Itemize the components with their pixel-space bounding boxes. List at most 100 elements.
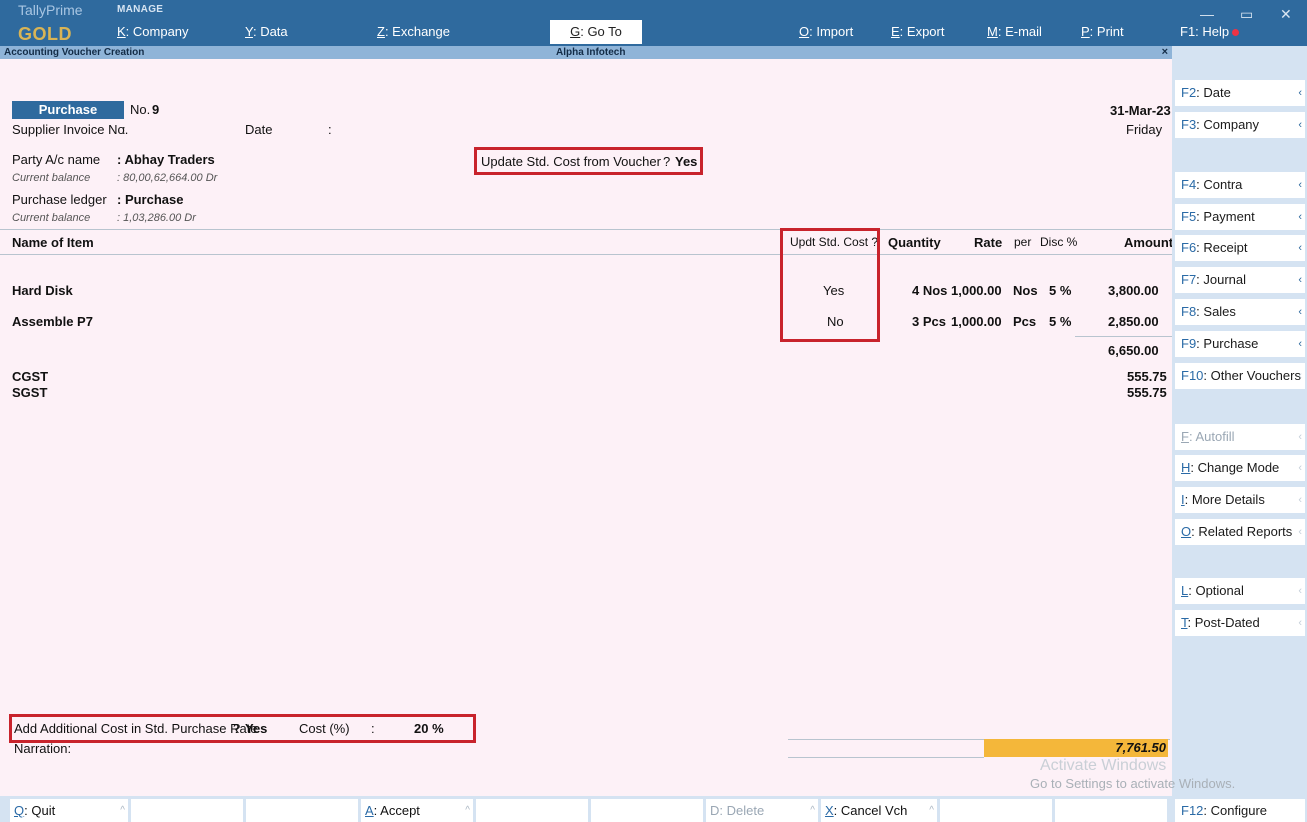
item-disc[interactable]: 5 % (1049, 314, 1071, 329)
invoice-date-field[interactable]: : (328, 122, 332, 137)
cancel-voucher-button[interactable]: X: Cancel Vch ^ (821, 799, 937, 822)
party-balance-label: Current balance (12, 172, 91, 184)
more-details-button[interactable]: I: More Details ‹ (1175, 487, 1305, 513)
close-screen-icon[interactable]: × (1162, 46, 1168, 59)
print-menu-key: P (1081, 24, 1090, 39)
restore-icon[interactable]: ▭ (1240, 6, 1253, 23)
purchase-ledger-field[interactable]: : Purchase (117, 192, 183, 207)
f4-contra-button[interactable]: F4: Contra ‹ (1175, 172, 1305, 198)
f3-company-button[interactable]: F3: Company ‹ (1175, 112, 1305, 138)
item-name[interactable]: Assemble P7 (12, 314, 93, 329)
voucher-no[interactable]: 9 (152, 102, 159, 117)
item-amount[interactable]: 3,800.00 (1108, 283, 1159, 298)
empty-button-slot (591, 799, 703, 822)
top-menu-bar: TallyPrime GOLD MANAGE K: Company Y: Dat… (0, 0, 1307, 46)
f8-sales-button[interactable]: F8: Sales ‹ (1175, 299, 1305, 325)
f2-date-button[interactable]: F2: Date ‹ (1175, 80, 1305, 106)
total-left-divider (788, 757, 984, 758)
f7-key: F7 (1181, 272, 1197, 287)
total-amount: 7,761.50 (1115, 740, 1166, 755)
optional-button[interactable]: L: Optional ‹ (1175, 578, 1305, 604)
post-dated-button[interactable]: T: Post-Dated ‹ (1175, 610, 1305, 636)
party-balance-value: : 80,00,62,664.00 Dr (117, 172, 218, 184)
voucher-day: Friday (1126, 122, 1163, 137)
f10-key: F10 (1181, 368, 1204, 383)
chevron-left-icon: ‹ (1298, 119, 1302, 131)
post-dated-label: : Post-Dated (1187, 615, 1260, 630)
related-reports-button[interactable]: O: Related Reports ‹ (1175, 519, 1305, 545)
item-disc[interactable]: 5 % (1049, 283, 1071, 298)
import-menu-label: : Import (809, 24, 854, 39)
minimize-icon[interactable]: — (1200, 6, 1214, 22)
supplier-invoice-field[interactable]: : (122, 122, 126, 137)
screen-title-bar: Accounting Voucher Creation Alpha Infote… (0, 46, 1172, 59)
goto-button[interactable]: G: Go To (550, 20, 642, 44)
related-reports-label: : Related Reports (1191, 524, 1293, 539)
supplier-invoice-label: Supplier Invoice No. (12, 122, 129, 137)
data-menu[interactable]: Y: Data (245, 24, 288, 39)
col-name-header: Name of Item (12, 235, 94, 250)
party-field[interactable]: : Abhay Traders (117, 152, 215, 167)
delete-button[interactable]: D: Delete ^ (706, 799, 818, 822)
email-menu[interactable]: M: E-mail (987, 24, 1042, 39)
notification-dot-icon (1232, 29, 1240, 37)
f7-journal-button[interactable]: F7: Journal ‹ (1175, 267, 1305, 293)
import-menu[interactable]: O: Import (799, 24, 853, 39)
chevron-left-icon: ‹ (1298, 242, 1302, 254)
export-menu-label: : Export (899, 24, 945, 39)
item-name[interactable]: Hard Disk (12, 283, 73, 298)
f9-label: : Purchase (1196, 336, 1259, 351)
tax-ledger-amount[interactable]: 555.75 (1127, 385, 1167, 400)
item-quantity[interactable]: 3 Pcs (912, 314, 946, 329)
empty-button-slot (1055, 799, 1167, 822)
invoice-date-label: Date (245, 122, 273, 137)
chevron-left-icon: ‹ (1298, 211, 1302, 223)
screen-title: Accounting Voucher Creation (4, 47, 145, 58)
f12-configure-button[interactable]: F12: Configure (1175, 799, 1305, 822)
chevron-left-icon: ‹ (1298, 274, 1302, 286)
company-menu-key: K (117, 24, 126, 39)
exchange-menu[interactable]: Z: Exchange (377, 24, 450, 39)
data-menu-label: : Data (252, 24, 288, 39)
item-amount[interactable]: 2,850.00 (1108, 314, 1159, 329)
company-menu[interactable]: K: Company (117, 24, 189, 39)
goto-label: : Go To (580, 24, 622, 39)
f2-key: F2 (1181, 85, 1197, 100)
voucher-date[interactable]: 31-Mar-23 (1110, 103, 1171, 118)
f2-label: : Date (1196, 85, 1231, 100)
quit-button[interactable]: Q: Quit ^ (10, 799, 128, 822)
autofill-button[interactable]: F: Autofill ‹ (1175, 424, 1305, 450)
bottom-button-bar: Q: Quit ^ A: Accept ^ D: Delete ^ X: Cancel… (0, 796, 1172, 822)
col-rate-header: Rate (974, 235, 1003, 250)
f6-receipt-button[interactable]: F6: Receipt ‹ (1175, 235, 1305, 261)
tax-ledger-name[interactable]: CGST (12, 369, 48, 384)
chevron-left-icon: ‹ (1298, 617, 1302, 629)
f10-label: : Other Vouchers (1203, 368, 1301, 383)
f6-key: F6 (1181, 240, 1197, 255)
quit-key: Q (14, 803, 25, 818)
voucher-no-label: No. (130, 102, 151, 117)
brand-logo: TallyPrime GOLD (18, 2, 83, 44)
email-menu-key: M (987, 24, 998, 39)
ledger-balance-label: Current balance (12, 212, 91, 224)
change-mode-button[interactable]: H: Change Mode ‹ (1175, 455, 1305, 481)
accept-button[interactable]: A: Accept ^ (361, 799, 473, 822)
print-menu[interactable]: P: Print (1081, 24, 1124, 39)
party-label: Party A/c name (12, 152, 101, 167)
item-rate[interactable]: 1,000.00 (951, 283, 1002, 298)
export-menu[interactable]: E: Export (891, 24, 944, 39)
help-menu[interactable]: F1: Help (1180, 24, 1240, 39)
chevron-left-icon: ‹ (1298, 179, 1302, 191)
f5-payment-button[interactable]: F5: Payment ‹ (1175, 204, 1305, 230)
change-mode-key: H (1181, 460, 1191, 475)
f10-other-vouchers-button[interactable]: F10: Other Vouchers ‹ (1175, 363, 1305, 389)
tax-ledger-amount[interactable]: 555.75 (1127, 369, 1167, 384)
item-quantity[interactable]: 4 Nos (912, 283, 947, 298)
ledger-balance-value: : 1,03,286.00 Dr (117, 212, 196, 224)
tax-ledger-name[interactable]: SGST (12, 385, 47, 400)
item-rate[interactable]: 1,000.00 (951, 314, 1002, 329)
exchange-menu-key: Z (377, 24, 385, 39)
voucher-type[interactable]: Purchase (12, 101, 124, 119)
f9-purchase-button[interactable]: F9: Purchase ‹ (1175, 331, 1305, 357)
close-window-icon[interactable]: ✕ (1280, 6, 1292, 23)
